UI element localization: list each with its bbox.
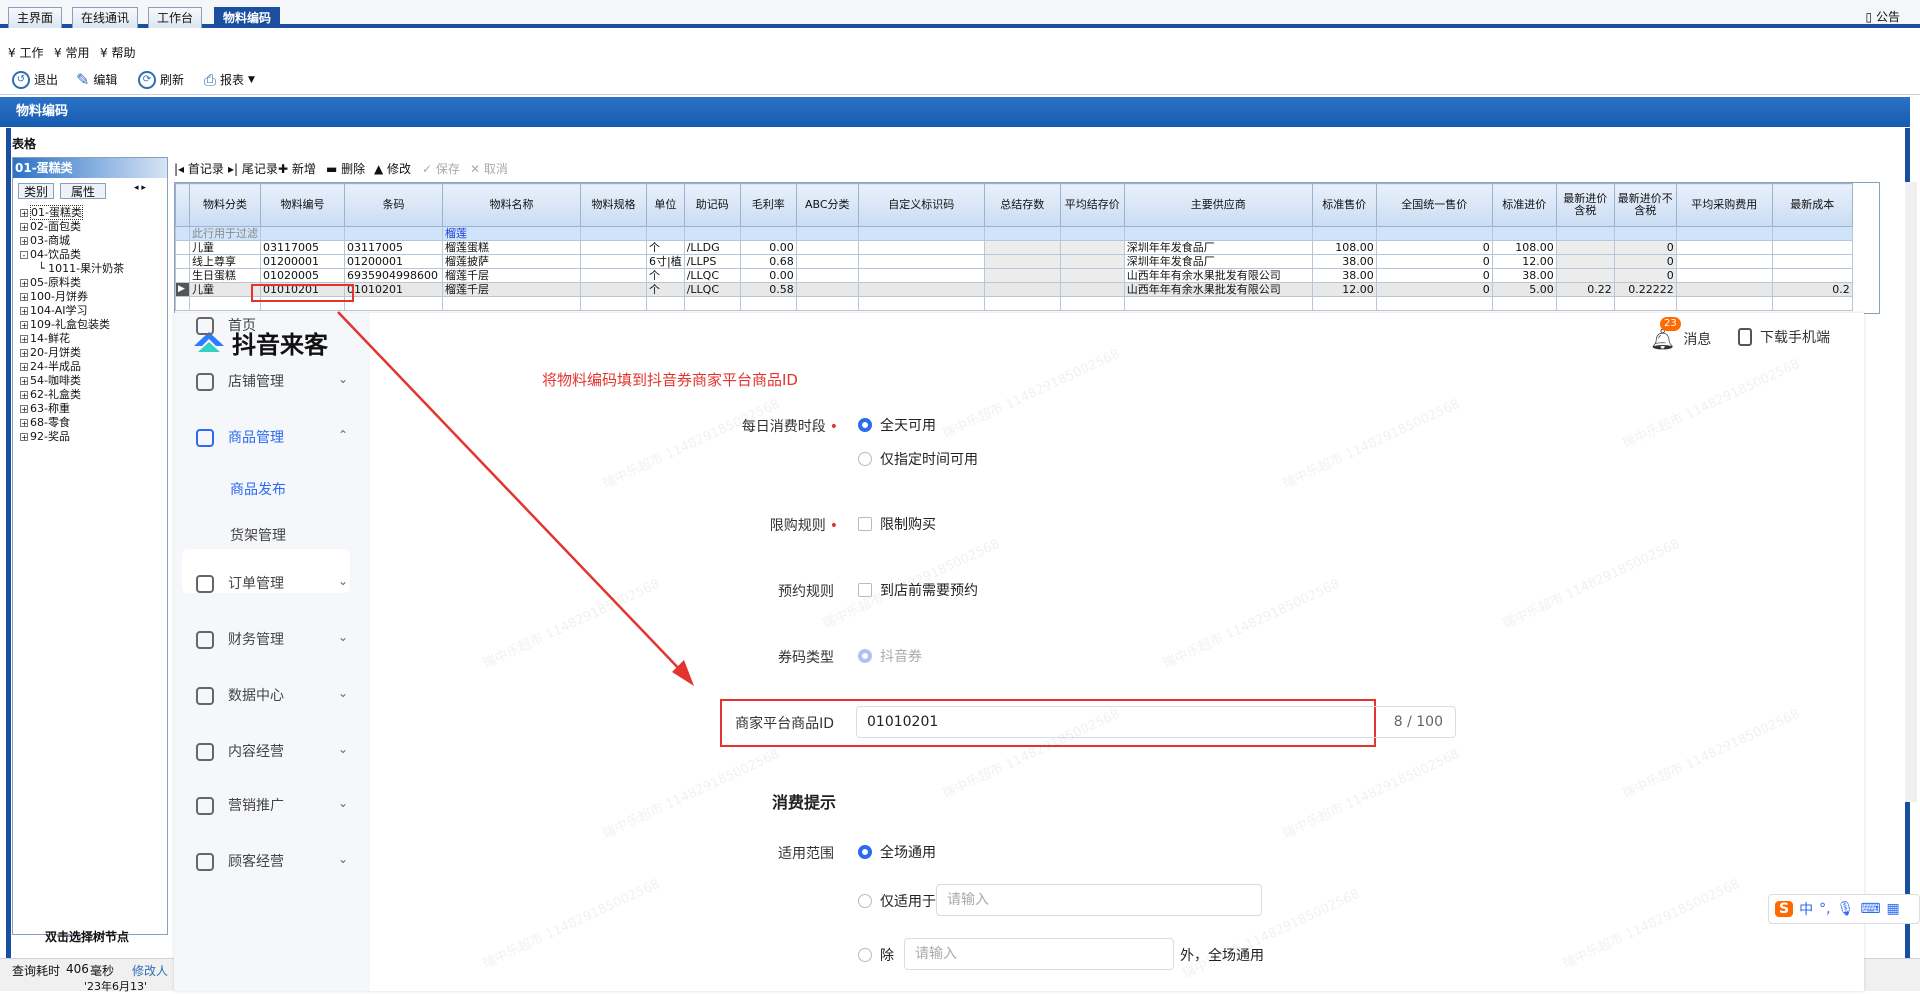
microphone-icon: 🎙︎ [1836,901,1855,917]
sogou-s-icon: S [1775,901,1794,917]
ime-toolbar[interactable]: S 中 °, 🎙︎ ⌨ ▦ [1768,894,1920,924]
grid-menu-icon: ▦ [1886,901,1900,917]
keyboard-icon: ⌨ [1860,901,1881,917]
punctuation-icon: °, [1819,901,1831,917]
annotation-arrow [337,311,694,686]
